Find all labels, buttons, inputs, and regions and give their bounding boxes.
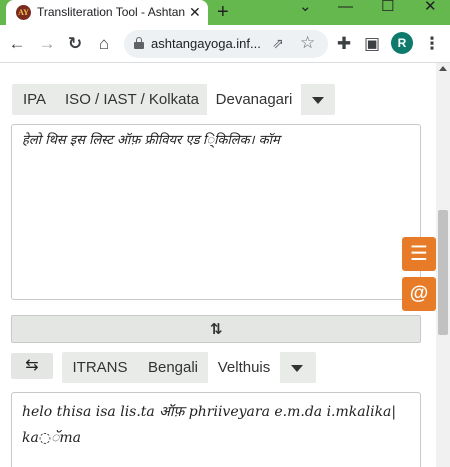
back-icon[interactable]: ← — [7, 34, 27, 54]
source-option-ipa[interactable]: IPA — [12, 84, 57, 115]
target-script-selector: ITRANS Bengali Velthuis — [62, 352, 316, 383]
url-text[interactable]: ashtangayoga.inf... — [151, 36, 261, 51]
reload-icon[interactable]: ↻ — [65, 34, 85, 54]
tab-title: Transliteration Tool - Ashtanga — [37, 5, 185, 19]
forward-icon[interactable]: → — [37, 34, 57, 54]
convert-button[interactable]: ⇅ — [11, 315, 421, 343]
ashtanga-favicon-icon: AY — [16, 5, 31, 20]
target-text[interactable]: helo thisa isa lis.ta ऑफ़ phriiveyara e.… — [22, 399, 410, 451]
target-option-velthuis[interactable]: Velthuis — [208, 352, 280, 383]
browser-tab[interactable]: AY Transliteration Tool - Ashtanga ✕ — [6, 0, 208, 25]
tab-search-chevron-icon[interactable]: ⌄ — [299, 0, 312, 14]
extensions-icon[interactable]: ✚ — [334, 34, 354, 54]
source-dropdown-caret-icon[interactable] — [312, 97, 324, 104]
page-scrollbar[interactable] — [436, 63, 450, 467]
maximize-icon[interactable]: ☐ — [381, 0, 394, 14]
side-contact-button[interactable]: @ — [402, 277, 436, 311]
source-text[interactable]: हेलो थिस इस लिस्ट ऑफ़ फ्रीवियर एड ि्किलि… — [22, 131, 410, 151]
source-option-iso-iast[interactable]: ISO / IAST / Kolkata — [57, 84, 207, 115]
side-panel-icon[interactable]: ▣ — [362, 34, 382, 54]
share-icon[interactable]: ⇗ — [272, 35, 284, 52]
target-option-bengali[interactable]: Bengali — [138, 352, 208, 383]
browser-tabstrip: AY Transliteration Tool - Ashtanga ✕ + ⌄… — [0, 0, 450, 25]
window-close-icon[interactable]: ✕ — [424, 0, 437, 14]
source-option-devanagari[interactable]: Devanagari — [207, 84, 301, 115]
convert-arrows-icon: ⇅ — [210, 321, 223, 338]
address-bar[interactable]: ashtangayoga.inf... ⇗ ☆ — [124, 30, 328, 58]
more-menu-icon[interactable]: ⋮ — [422, 34, 442, 54]
browser-toolbar: ← → ↻ ⌂ ashtangayoga.inf... ⇗ ☆ ✚ ▣ R ⋮ — [0, 25, 450, 63]
menu-icon: ☰ — [410, 243, 428, 265]
scrollbar-thumb[interactable] — [438, 210, 448, 335]
tab-close-icon[interactable]: ✕ — [189, 3, 201, 21]
target-text-area[interactable]: helo thisa isa lis.ta ऑफ़ phriiveyara e.… — [11, 392, 421, 467]
side-menu-button[interactable]: ☰ — [402, 237, 436, 271]
new-tab-icon[interactable]: + — [217, 0, 229, 24]
at-sign-icon: @ — [409, 283, 429, 304]
home-icon[interactable]: ⌂ — [94, 34, 114, 54]
minimize-icon[interactable]: — — [338, 0, 353, 14]
bookmark-star-icon[interactable]: ☆ — [300, 33, 315, 53]
swap-arrows-icon: ⇆ — [25, 357, 39, 374]
source-text-area[interactable]: हेलो थिस इस लिस्ट ऑफ़ फ्रीवियर एड ि्किलि… — [11, 124, 421, 300]
lock-icon — [134, 37, 144, 50]
profile-avatar[interactable]: R — [391, 32, 413, 54]
swap-scripts-button[interactable]: ⇆ — [11, 353, 53, 379]
target-dropdown-caret-icon[interactable] — [291, 365, 303, 372]
scroll-up-arrow-icon[interactable] — [439, 66, 447, 71]
source-script-selector: IPA ISO / IAST / Kolkata Devanagari — [12, 84, 335, 115]
target-option-itrans[interactable]: ITRANS — [62, 352, 138, 383]
